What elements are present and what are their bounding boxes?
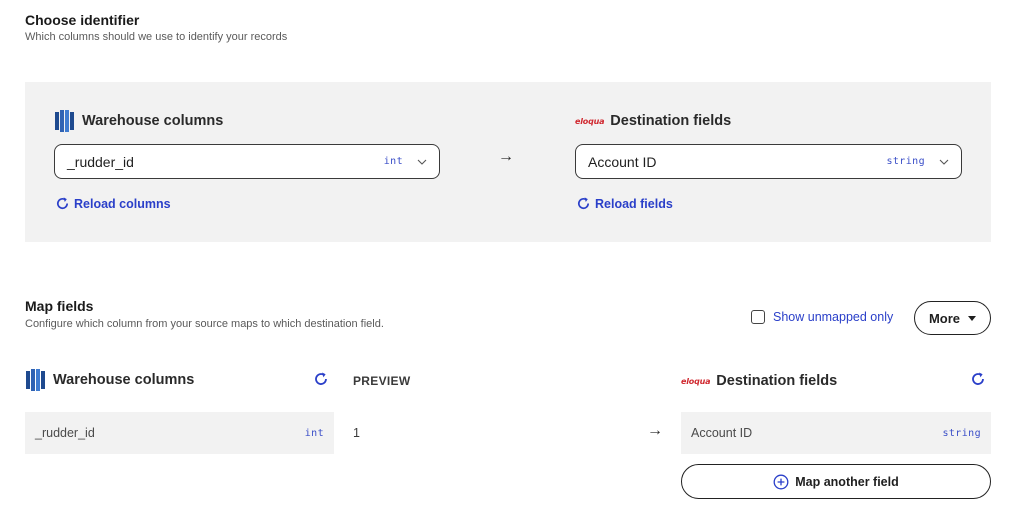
table-row-source-field[interactable]: _rudder_id int [25,412,334,454]
identifier-arrow: → [498,148,514,165]
map-another-field-button[interactable]: Map another field [681,464,991,499]
map-warehouse-heading-text: Warehouse columns [53,372,195,388]
table-row-destination-field[interactable]: Account ID string [681,412,991,454]
identifier-destination-heading: eloqua Destination fields [575,113,731,129]
identifier-destination-type: string [886,156,925,167]
caret-down-icon [968,315,977,321]
identifier-title: Choose identifier [25,12,140,28]
identifier-destination-heading-text: Destination fields [610,113,732,129]
reload-columns-label: Reload columns [74,196,171,211]
more-button-label: More [928,310,961,326]
reload-icon[interactable] [970,371,986,387]
chevron-down-icon [417,159,427,165]
map-another-field-label: Map another field [795,474,899,489]
chevron-down-icon [939,159,949,165]
database-columns-icon [26,369,45,391]
eloqua-logo-icon: eloqua [575,116,605,126]
identifier-warehouse-type: int [383,156,403,167]
reload-columns-link[interactable]: Reload columns [55,196,171,211]
plus-circle-icon [773,474,789,489]
identifier-warehouse-value: _rudder_id [67,153,134,170]
database-columns-icon [55,110,74,132]
eloqua-logo-icon: eloqua [681,376,711,386]
map-fields-title: Map fields [25,298,94,314]
row-source-type: int [304,427,324,439]
row-destination-type: string [942,427,981,439]
row-destination-value: Account ID [691,426,753,440]
reload-fields-link[interactable]: Reload fields [576,196,673,211]
reload-icon [57,197,69,210]
map-destination-heading: eloqua Destination fields [681,373,837,389]
identifier-warehouse-heading: Warehouse columns [54,109,223,133]
reload-fields-label: Reload fields [595,196,673,211]
map-warehouse-heading: Warehouse columns [25,368,194,392]
reload-icon [578,197,590,210]
more-button[interactable]: More [914,301,991,335]
identifier-subtitle: Which columns should we use to identify … [25,31,288,43]
row-arrow: → [647,422,663,439]
preview-heading: PREVIEW [353,374,411,388]
show-unmapped-checkbox[interactable] [751,310,765,324]
show-unmapped-toggle[interactable]: Show unmapped only [751,310,893,324]
reload-icon[interactable] [313,371,329,387]
identifier-destination-select[interactable]: Account ID string [575,144,962,179]
identifier-warehouse-select[interactable]: _rudder_id int [54,144,440,179]
row-preview-value: 1 [353,426,360,440]
identifier-warehouse-heading-text: Warehouse columns [82,113,224,129]
row-source-value: _rudder_id [35,426,95,440]
map-destination-heading-text: Destination fields [716,373,838,389]
map-fields-subtitle: Configure which column from your source … [25,318,384,330]
identifier-destination-value: Account ID [588,153,657,170]
show-unmapped-label: Show unmapped only [773,310,894,324]
